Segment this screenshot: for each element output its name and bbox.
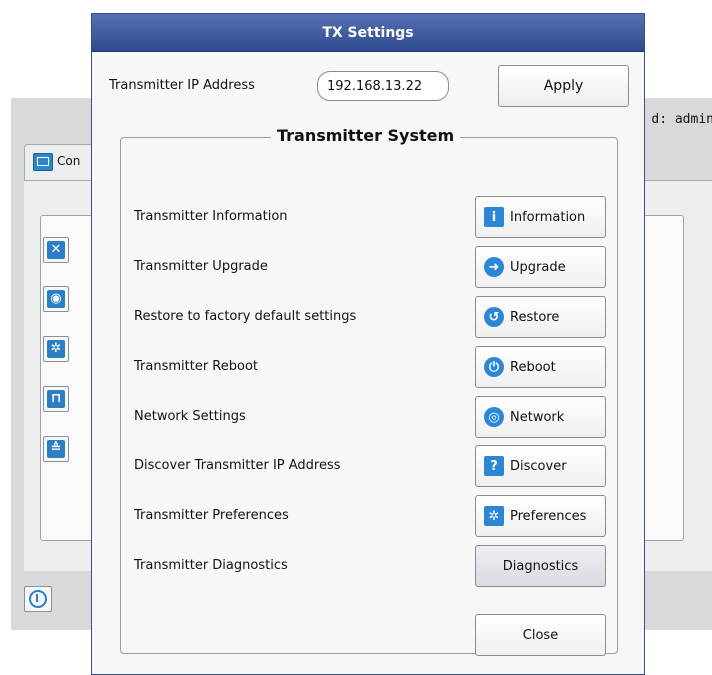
discover-button[interactable]: ? Discover: [475, 445, 606, 487]
restore-icon: ↺: [484, 307, 504, 327]
reboot-button-label: Reboot: [510, 359, 556, 375]
group-title: Transmitter System: [271, 126, 461, 145]
information-button[interactable]: i Information: [475, 196, 606, 238]
upgrade-button-label: Upgrade: [510, 259, 566, 275]
information-button-label: Information: [510, 209, 586, 225]
row-label-preferences: Transmitter Preferences: [134, 508, 289, 523]
lock-icon[interactable]: ⊓: [43, 386, 69, 412]
monitor-icon: [33, 153, 53, 171]
discover-button-label: Discover: [510, 458, 567, 474]
row-label-restore: Restore to factory default settings: [134, 309, 357, 324]
tab-config-label: Con: [57, 154, 81, 168]
broadcast-icon[interactable]: ≙: [43, 436, 69, 462]
network-icon: ◎: [484, 407, 504, 427]
row-label-information: Transmitter Information: [134, 209, 288, 224]
upgrade-icon: ➜: [484, 257, 504, 277]
preferences-button-label: Preferences: [510, 508, 587, 524]
apply-button[interactable]: Apply: [498, 65, 629, 107]
info-icon[interactable]: [24, 586, 52, 612]
ip-address-input[interactable]: [317, 71, 449, 101]
info-icon: i: [484, 207, 504, 227]
gear-icon[interactable]: ✲: [43, 336, 69, 362]
gear-icon: ✲: [484, 506, 504, 526]
preferences-button[interactable]: ✲ Preferences: [475, 495, 606, 537]
globe-icon[interactable]: ◉: [43, 286, 69, 312]
ip-address-label: Transmitter IP Address: [109, 78, 255, 93]
network-button-label: Network: [510, 409, 565, 425]
logged-in-user-text: d: admin: [651, 112, 712, 127]
restore-button[interactable]: ↺ Restore: [475, 296, 606, 338]
transmitter-system-group: Transmitter System Transmitter Informati…: [120, 126, 618, 656]
restore-button-label: Restore: [510, 309, 560, 325]
upgrade-button[interactable]: ➜ Upgrade: [475, 246, 606, 288]
tools-icon[interactable]: ✕: [43, 237, 69, 263]
power-icon: ⏻: [484, 357, 504, 377]
row-label-network: Network Settings: [134, 409, 246, 424]
question-icon: ?: [484, 456, 504, 476]
diagnostics-button[interactable]: Diagnostics: [475, 545, 606, 587]
row-label-diagnostics: Transmitter Diagnostics: [134, 558, 288, 573]
network-button[interactable]: ◎ Network: [475, 396, 606, 438]
reboot-button[interactable]: ⏻ Reboot: [475, 346, 606, 388]
close-button[interactable]: Close: [475, 614, 606, 656]
row-label-discover: Discover Transmitter IP Address: [134, 458, 341, 473]
tx-settings-dialog: TX Settings Transmitter IP Address Apply…: [91, 13, 645, 675]
row-label-reboot: Transmitter Reboot: [134, 359, 259, 374]
dialog-title: TX Settings: [322, 24, 414, 41]
row-label-upgrade: Transmitter Upgrade: [134, 259, 268, 274]
dialog-titlebar[interactable]: TX Settings: [92, 14, 644, 52]
